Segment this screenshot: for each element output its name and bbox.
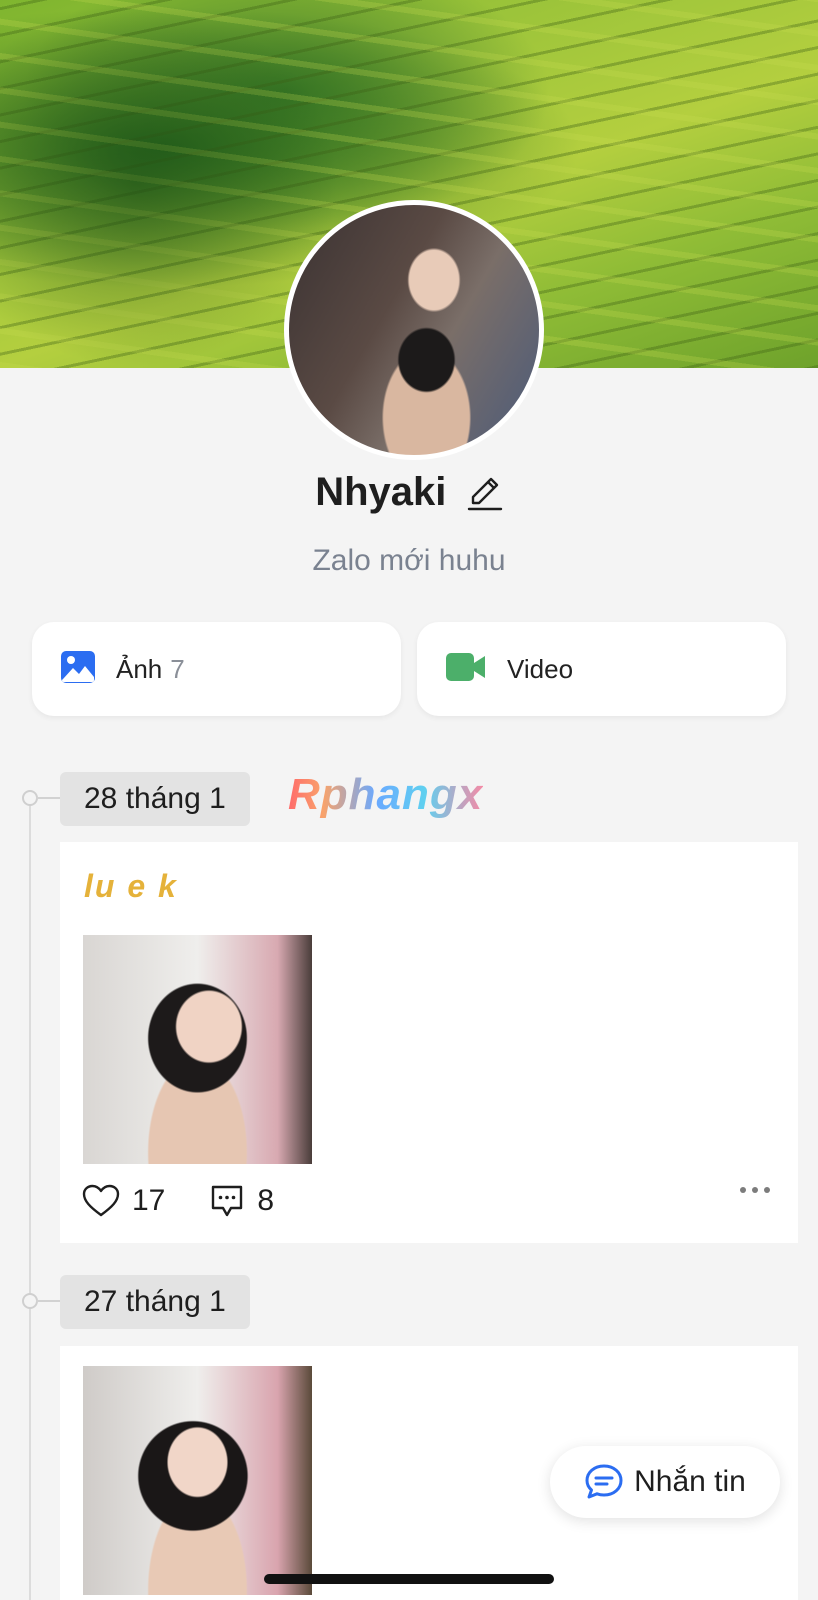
comment-count: 8 [257,1184,275,1217]
like-count: 17 [132,1184,166,1217]
profile-name-row: Nhyaki [0,470,818,515]
photos-count: 7 [170,653,185,684]
image-icon [60,649,96,690]
message-label: Nhắn tin [634,1465,746,1498]
post-title: lu e k [84,868,178,904]
timeline-line [29,800,31,1600]
date-chip: 27 tháng 1 [60,1275,250,1329]
watermark-logo: Rphangx [288,770,484,819]
heart-icon [82,1184,120,1217]
post-photo[interactable] [83,1366,312,1595]
timeline-stem [36,797,60,799]
videos-label: Video [507,653,574,684]
comment-button[interactable]: 8 [209,1183,274,1219]
profile-status: Zalo mới huhu [312,544,506,577]
more-dots-icon[interactable] [740,1187,770,1193]
photos-button[interactable]: Ảnh 7 [32,622,401,716]
message-button[interactable]: Nhắn tin [550,1446,780,1518]
video-camera-icon [445,650,487,689]
date-chip: 28 tháng 1 [60,772,250,826]
comment-icon [212,1185,243,1217]
photos-label: Ảnh [116,653,163,684]
profile-name: Nhyaki [315,470,447,514]
videos-button[interactable]: Video [417,622,786,716]
home-indicator[interactable] [264,1574,554,1584]
timeline-stem [36,1300,60,1302]
post-photo[interactable] [83,935,312,1164]
chat-bubble-icon [585,1464,623,1499]
pencil-icon[interactable] [467,473,503,513]
avatar[interactable] [284,200,544,460]
like-button[interactable]: 17 [82,1184,165,1218]
post-actions: 17 8 [82,1181,274,1221]
timeline-post[interactable]: lu e k 17 8 [60,842,798,1243]
